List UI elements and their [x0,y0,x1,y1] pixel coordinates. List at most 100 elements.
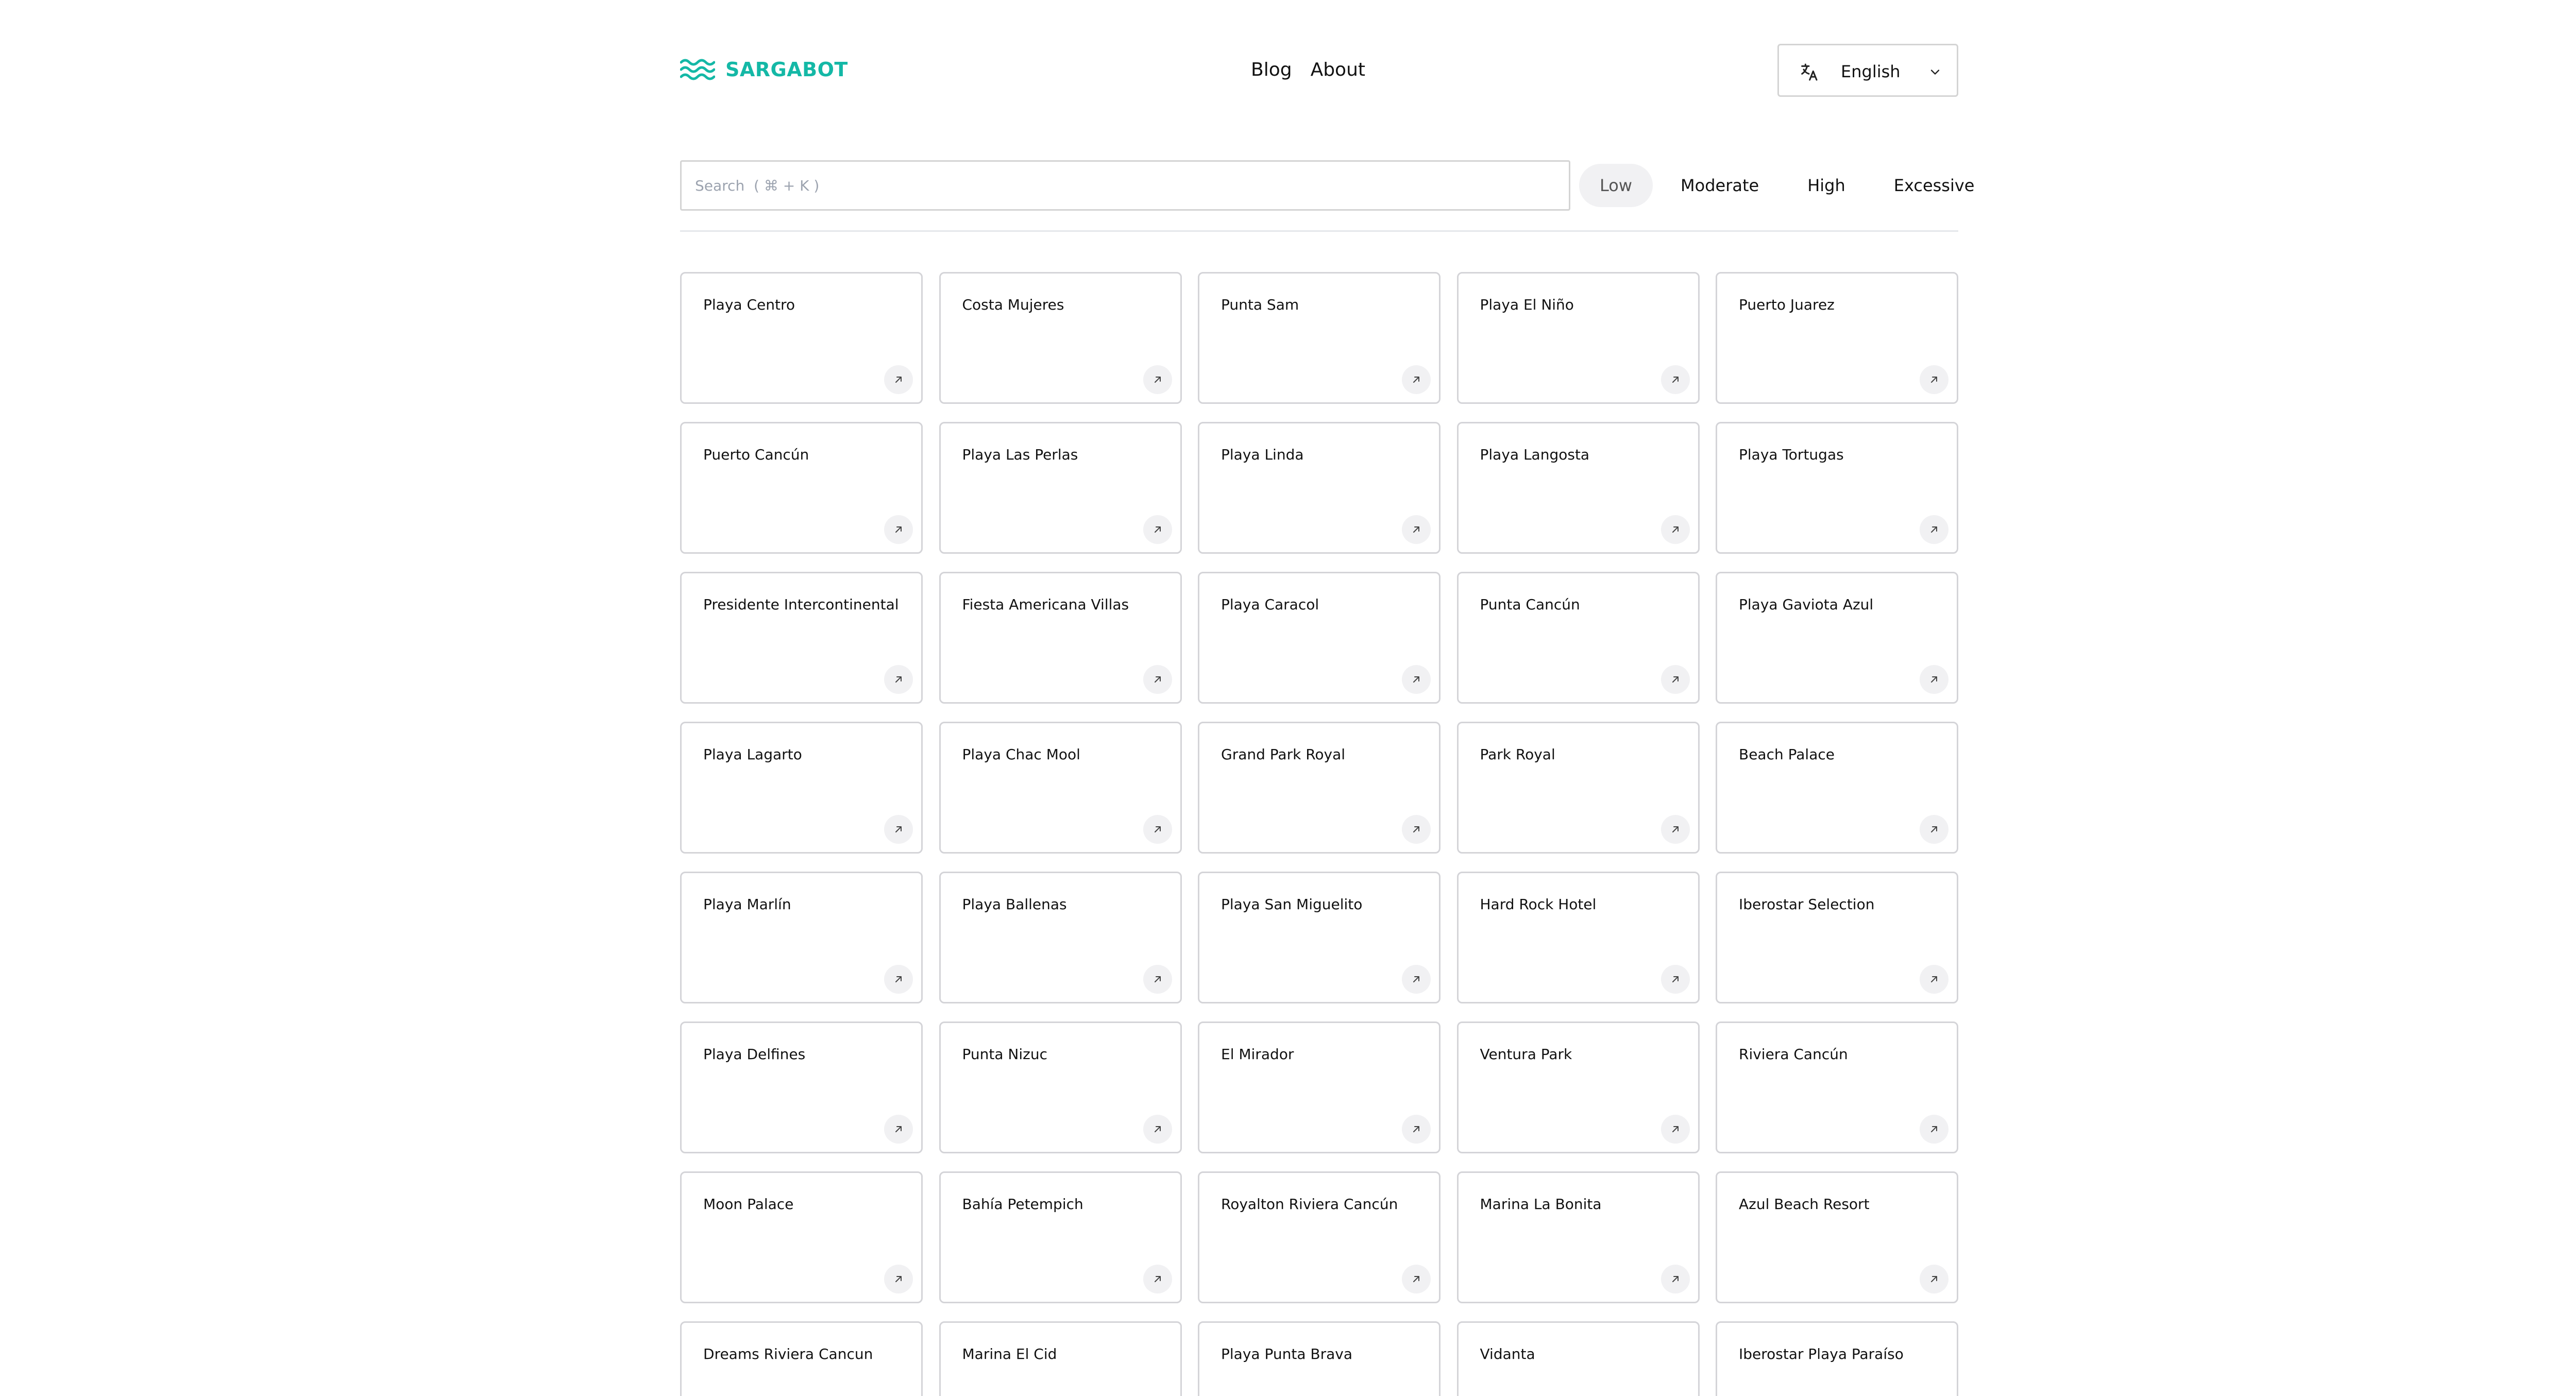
level-moderate-button[interactable]: Moderate [1660,164,1780,207]
level-high-button[interactable]: High [1787,164,1866,207]
arrow-up-right-icon[interactable] [1402,965,1431,994]
beach-card[interactable]: Dreams Riviera Cancun [680,1321,923,1396]
beach-card[interactable]: Presidente Intercontinental [680,572,923,704]
search-input[interactable] [680,160,1570,211]
arrow-up-right-icon[interactable] [1402,1265,1431,1293]
arrow-up-right-icon[interactable] [1143,1265,1172,1293]
beach-card[interactable]: Iberostar Playa Paraíso [1716,1321,1958,1396]
arrow-up-right-icon[interactable] [884,515,913,544]
beach-card[interactable]: Playa Ballenas [939,872,1182,1003]
beach-card-name: Iberostar Selection [1739,896,1875,913]
level-filter: Low Moderate High Excessive [1579,164,1995,207]
nav-blog-link[interactable]: Blog [1251,59,1292,80]
beach-card[interactable]: Ventura Park [1456,1022,1700,1153]
arrow-up-right-icon[interactable] [1920,815,1948,844]
beach-card[interactable]: Marina El Cid [939,1321,1182,1396]
arrow-up-right-icon[interactable] [1402,665,1431,694]
language-select[interactable]: English [1777,44,1958,97]
arrow-up-right-icon[interactable] [1660,1115,1690,1144]
arrow-up-right-icon[interactable] [1402,1115,1431,1144]
beach-card[interactable]: Royalton Riviera Cancún [1198,1171,1440,1303]
arrow-up-right-icon[interactable] [1660,365,1690,394]
divider [680,230,1958,232]
nav-about-link[interactable]: About [1311,59,1365,80]
beach-card[interactable]: Fiesta Americana Villas [939,572,1182,704]
arrow-up-right-icon[interactable] [1660,815,1690,844]
beach-card[interactable]: Marina La Bonita [1456,1171,1700,1303]
beach-card[interactable]: Playa Centro [680,272,923,404]
beach-card[interactable]: Puerto Cancún [680,422,923,554]
beach-card[interactable]: Beach Palace [1716,722,1958,854]
arrow-up-right-icon[interactable] [1920,1265,1948,1293]
beach-card[interactable]: Playa Gaviota Azul [1716,572,1958,704]
beach-card[interactable]: Bahía Petempich [939,1171,1182,1303]
arrow-up-right-icon[interactable] [1143,515,1172,544]
beach-card[interactable]: Riviera Cancún [1716,1022,1958,1153]
arrow-up-right-icon[interactable] [1920,365,1948,394]
beach-card[interactable]: Playa Marlín [680,872,923,1003]
arrow-up-right-icon[interactable] [1920,965,1948,994]
beach-card[interactable]: Playa Las Perlas [939,422,1182,554]
arrow-up-right-icon[interactable] [1143,1115,1172,1144]
beach-card[interactable]: Hard Rock Hotel [1456,872,1700,1003]
waves-icon [680,59,715,80]
beach-card[interactable]: Playa Linda [1198,422,1440,554]
beach-card-name: Playa Marlín [703,896,791,913]
beach-card-name: Royalton Riviera Cancún [1221,1196,1398,1213]
arrow-up-right-icon[interactable] [884,965,913,994]
arrow-up-right-icon[interactable] [1143,365,1172,394]
beach-card[interactable]: Playa Tortugas [1716,422,1958,554]
arrow-up-right-icon[interactable] [1660,515,1690,544]
beach-card[interactable]: Punta Nizuc [939,1022,1182,1153]
beach-card-name: Playa Las Perlas [962,446,1078,463]
beach-card[interactable]: Playa Lagarto [680,722,923,854]
beach-card[interactable]: Grand Park Royal [1198,722,1440,854]
beach-card-name: Playa Chac Mool [962,746,1080,763]
arrow-up-right-icon[interactable] [1143,665,1172,694]
level-excessive-button[interactable]: Excessive [1873,164,1995,207]
beach-card[interactable]: Iberostar Selection [1716,872,1958,1003]
beach-card[interactable]: Playa Caracol [1198,572,1440,704]
arrow-up-right-icon[interactable] [1402,815,1431,844]
beach-card-name: El Mirador [1221,1046,1294,1063]
beach-card-name: Punta Sam [1221,296,1299,313]
beach-card[interactable]: Punta Cancún [1456,572,1700,704]
arrow-up-right-icon[interactable] [884,365,913,394]
arrow-up-right-icon[interactable] [884,1115,913,1144]
arrow-up-right-icon[interactable] [1660,665,1690,694]
arrow-up-right-icon[interactable] [1920,665,1948,694]
beach-card[interactable]: Playa El Niño [1456,272,1700,404]
arrow-up-right-icon[interactable] [1402,365,1431,394]
beach-card[interactable]: Playa Punta Brava [1198,1321,1440,1396]
beach-card[interactable]: Playa San Miguelito [1198,872,1440,1003]
arrow-up-right-icon[interactable] [1920,515,1948,544]
arrow-up-right-icon[interactable] [1920,1115,1948,1144]
beach-card-name: Grand Park Royal [1221,746,1346,763]
arrow-up-right-icon[interactable] [884,665,913,694]
beach-card-name: Punta Nizuc [962,1046,1047,1063]
arrow-up-right-icon[interactable] [1143,815,1172,844]
beach-card[interactable]: Azul Beach Resort [1716,1171,1958,1303]
logo-link[interactable]: SARGABOT [680,57,848,82]
beach-card[interactable]: Playa Delfines [680,1022,923,1153]
beach-card-name: Vidanta [1480,1346,1535,1363]
beach-card[interactable]: El Mirador [1198,1022,1440,1153]
level-low-button[interactable]: Low [1579,164,1653,207]
beach-card[interactable]: Park Royal [1456,722,1700,854]
filter-row: Low Moderate High Excessive [680,160,1974,211]
beach-card-name: Hard Rock Hotel [1480,896,1597,913]
beach-card[interactable]: Punta Sam [1198,272,1440,404]
beach-card[interactable]: Costa Mujeres [939,272,1182,404]
beach-card[interactable]: Playa Chac Mool [939,722,1182,854]
beach-card-name: Playa Caracol [1221,596,1319,613]
beach-card[interactable]: Moon Palace [680,1171,923,1303]
beach-card[interactable]: Vidanta [1456,1321,1700,1396]
arrow-up-right-icon[interactable] [884,1265,913,1293]
beach-card[interactable]: Puerto Juarez [1716,272,1958,404]
arrow-up-right-icon[interactable] [1143,965,1172,994]
arrow-up-right-icon[interactable] [1402,515,1431,544]
arrow-up-right-icon[interactable] [1660,1265,1690,1293]
arrow-up-right-icon[interactable] [884,815,913,844]
beach-card[interactable]: Playa Langosta [1456,422,1700,554]
arrow-up-right-icon[interactable] [1660,965,1690,994]
